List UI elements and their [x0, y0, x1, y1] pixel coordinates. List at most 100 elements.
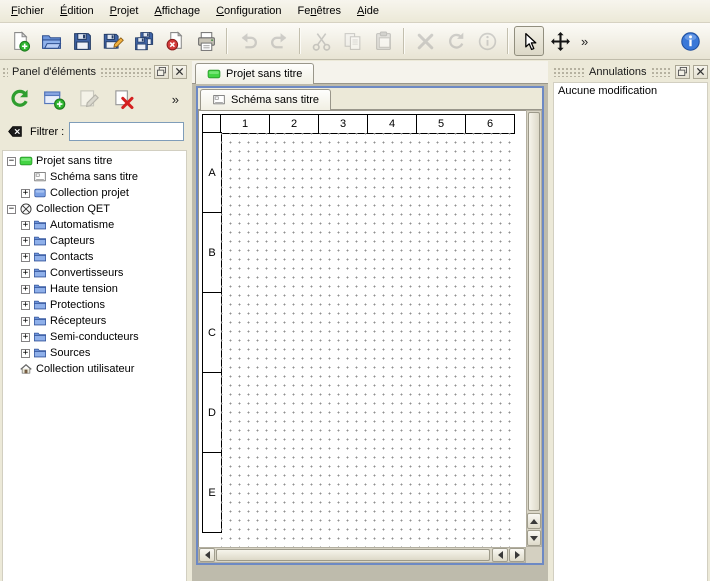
horizontal-scrollbar-thumb[interactable] [216, 549, 490, 561]
menu-projet[interactable]: Projet [102, 0, 147, 22]
toolbar-overflow-button[interactable]: » [576, 34, 593, 49]
delete-element-button[interactable] [110, 85, 138, 113]
reload-collections-button[interactable] [5, 85, 33, 113]
menu-fenetres[interactable]: Fenêtres [290, 0, 349, 22]
element-info-button[interactable] [472, 26, 502, 56]
menu-fichier[interactable]: Fichier [3, 0, 52, 22]
paste-button[interactable] [368, 26, 398, 56]
delete-icon [415, 31, 436, 52]
toolbar-separator [299, 28, 301, 54]
undo-panel-dock: Annulations Aucune modification [551, 61, 710, 581]
float-undo-panel-button[interactable] [675, 65, 690, 79]
down-arrow-icon [530, 536, 538, 541]
tree-item-collection-projet[interactable]: +Collection projet [3, 185, 186, 201]
tree-item-contacts[interactable]: +Contacts [3, 249, 186, 265]
elements-panel-titlebar[interactable]: Panel d'éléments [2, 64, 187, 79]
tree-item-sources[interactable]: +Sources [3, 345, 186, 361]
tree-expander[interactable]: + [21, 333, 30, 342]
close-document-button[interactable] [160, 26, 190, 56]
float-panel-button[interactable] [154, 65, 169, 79]
diagram-paper[interactable]: 123456 ABCDE [202, 114, 524, 547]
undo-panel-titlebar[interactable]: Annulations [553, 64, 708, 79]
scroll-left-button[interactable] [199, 548, 215, 562]
tree-item-capteurs[interactable]: +Capteurs [3, 233, 186, 249]
column-header-4: 4 [367, 114, 417, 134]
print-button[interactable] [191, 26, 221, 56]
filter-input[interactable] [69, 122, 184, 141]
close-undo-panel-button[interactable] [693, 65, 708, 79]
home-icon [19, 362, 33, 376]
up-arrow-icon [530, 519, 538, 524]
edit-element-button[interactable] [75, 85, 103, 113]
schema-tabbar: Schéma sans titre [198, 88, 542, 110]
redo-button[interactable] [264, 26, 294, 56]
filter-label: Filtrer : [30, 126, 64, 138]
tree-item-collection-qet[interactable]: −Collection QET [3, 201, 186, 217]
menu-edition[interactable]: Édition [52, 0, 102, 22]
tree-expander[interactable]: + [21, 349, 30, 358]
tree-item-recepteurs[interactable]: +Récepteurs [3, 313, 186, 329]
close-panel-button[interactable] [172, 65, 187, 79]
menu-affichage[interactable]: Affichage [146, 0, 208, 22]
menu-aide[interactable]: Aide [349, 0, 387, 22]
close-document-icon [165, 31, 186, 52]
menu-configuration[interactable]: Configuration [208, 0, 289, 22]
copy-button[interactable] [337, 26, 367, 56]
dock-grip [100, 67, 151, 77]
undo-list-item[interactable]: Aucune modification [554, 83, 707, 99]
tree-expander[interactable]: + [21, 301, 30, 310]
tree-expander[interactable]: + [21, 221, 30, 230]
tree-item-collection-utilisateur[interactable]: Collection utilisateur [3, 361, 186, 377]
horizontal-scrollbar[interactable] [198, 547, 526, 563]
undo-button[interactable] [233, 26, 263, 56]
new-document-button[interactable] [5, 26, 35, 56]
clear-filter-icon[interactable] [5, 124, 25, 139]
tab-schema-label: Schéma sans titre [231, 94, 319, 106]
tree-expander[interactable]: + [21, 189, 30, 198]
save-button[interactable] [67, 26, 97, 56]
pan-mode-button[interactable] [545, 26, 575, 56]
tree-expander[interactable]: + [21, 237, 30, 246]
tree-item-projet-sans-titre[interactable]: −Projet sans titre [3, 153, 186, 169]
open-document-button[interactable] [36, 26, 66, 56]
save-as-button[interactable] [98, 26, 128, 56]
tree-item-protections[interactable]: +Protections [3, 297, 186, 313]
folder-icon [33, 218, 47, 232]
column-header-6: 6 [465, 114, 515, 134]
tree-expander[interactable]: + [21, 317, 30, 326]
tree-item-automatisme[interactable]: +Automatisme [3, 217, 186, 233]
tree-expander[interactable]: − [7, 205, 16, 214]
diagram-viewport[interactable]: 123456 ABCDE [198, 110, 526, 547]
rotate-button[interactable] [441, 26, 471, 56]
tree-item-haute-tension[interactable]: +Haute tension [3, 281, 186, 297]
tab-project[interactable]: Projet sans titre [195, 63, 314, 84]
float-icon [157, 67, 166, 76]
scroll-down-button[interactable] [527, 530, 541, 546]
tab-schema[interactable]: Schéma sans titre [200, 89, 331, 110]
tree-expander[interactable]: + [21, 253, 30, 262]
tree-item-semi-conducteurs[interactable]: +Semi-conducteurs [3, 329, 186, 345]
cut-button[interactable] [306, 26, 336, 56]
about-button[interactable] [675, 26, 705, 56]
scroll-up-button[interactable] [527, 513, 541, 529]
column-header-2: 2 [269, 114, 319, 134]
scroll-right-button[interactable] [509, 548, 525, 562]
save-all-button[interactable] [129, 26, 159, 56]
tree-expander[interactable]: − [7, 157, 16, 166]
select-mode-button[interactable] [514, 26, 544, 56]
tree-item-schema-sans-titre[interactable]: Schéma sans titre [3, 169, 186, 185]
new-element-button[interactable] [40, 85, 68, 113]
elements-panel-dock: Panel d'éléments » Filtrer : −Projet san… [0, 61, 189, 581]
left-arrow-icon [498, 551, 503, 559]
column-header-3: 3 [318, 114, 368, 134]
vertical-scrollbar-thumb[interactable] [528, 112, 540, 511]
tree-expander[interactable]: + [21, 285, 30, 294]
panel-toolbar-overflow-button[interactable]: » [167, 92, 184, 107]
tree-item-convertisseurs[interactable]: +Convertisseurs [3, 265, 186, 281]
scroll-left-button-2[interactable] [492, 548, 508, 562]
tree-expander[interactable]: + [21, 269, 30, 278]
delete-button[interactable] [410, 26, 440, 56]
float-icon [678, 67, 687, 76]
undo-panel-title: Annulations [588, 66, 648, 78]
vertical-scrollbar[interactable] [526, 110, 542, 547]
